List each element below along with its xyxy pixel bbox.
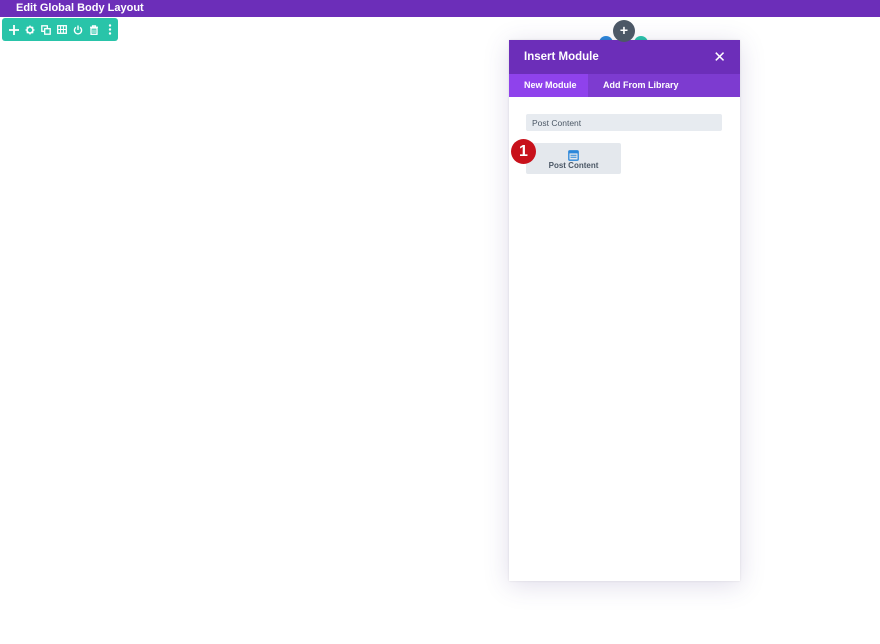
tab-add-from-library[interactable]: Add From Library (588, 74, 679, 97)
tab-new-module[interactable]: New Module (509, 74, 588, 97)
modal-tabs: New Module Add From Library (509, 74, 740, 97)
step-number-badge: 1 (511, 139, 536, 164)
section-settings-toolbar (2, 18, 118, 41)
page-title: Edit Global Body Layout (16, 2, 144, 14)
module-search-input[interactable] (526, 114, 722, 131)
move-icon[interactable] (6, 18, 22, 41)
post-content-icon (568, 148, 579, 161)
insert-module-modal: Insert Module ✕ New Module Add From Libr… (509, 40, 740, 581)
top-bar: Edit Global Body Layout (0, 0, 880, 17)
trash-icon[interactable] (86, 18, 102, 41)
close-icon[interactable]: ✕ (713, 50, 726, 65)
module-label: Post Content (548, 161, 599, 170)
add-section-button[interactable]: + (613, 20, 635, 42)
module-post-content[interactable]: Post Content (526, 143, 621, 174)
power-icon[interactable] (70, 18, 86, 41)
modal-header: Insert Module ✕ (509, 40, 740, 74)
columns-icon[interactable] (54, 18, 70, 41)
modal-title: Insert Module (524, 51, 599, 63)
duplicate-icon[interactable] (38, 18, 54, 41)
gear-icon[interactable] (22, 18, 38, 41)
more-icon[interactable] (102, 18, 118, 41)
